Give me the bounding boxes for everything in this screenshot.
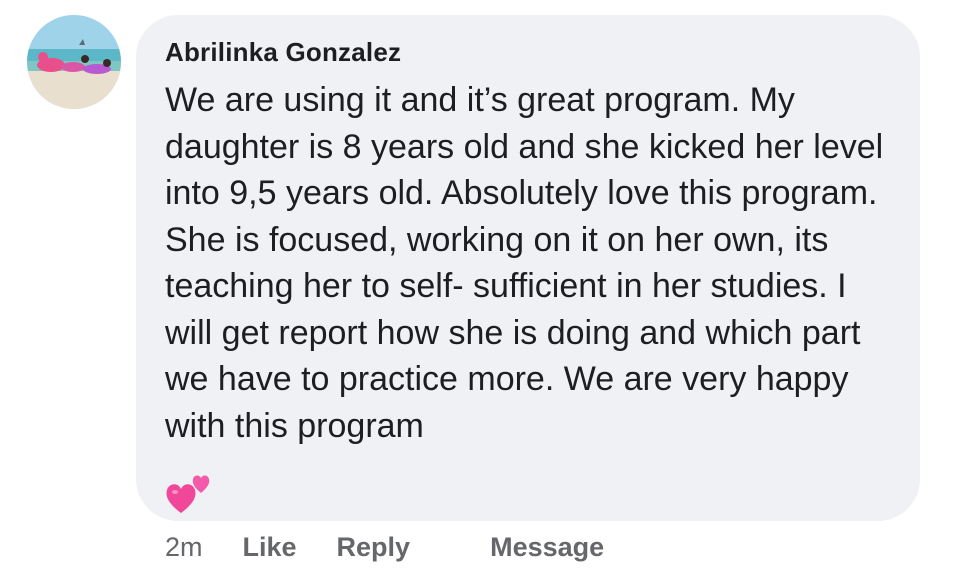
like-button[interactable]: Like [243, 532, 297, 563]
avatar[interactable] [27, 15, 121, 109]
comment-timestamp[interactable]: 2m [165, 532, 203, 563]
two-hearts-icon [165, 473, 213, 515]
message-button[interactable]: Message [490, 532, 604, 563]
comment-text: We are using it and it’s great program. … [165, 81, 884, 445]
comment-bubble: Abrilinka Gonzalez We are using it and i… [136, 15, 920, 521]
avatar-image [27, 15, 121, 109]
comment-thread: Abrilinka Gonzalez We are using it and i… [0, 0, 969, 572]
reply-button[interactable]: Reply [337, 532, 411, 563]
comment-actions: 2m Like Reply Message [165, 529, 604, 565]
comment-author[interactable]: Abrilinka Gonzalez [165, 35, 892, 69]
